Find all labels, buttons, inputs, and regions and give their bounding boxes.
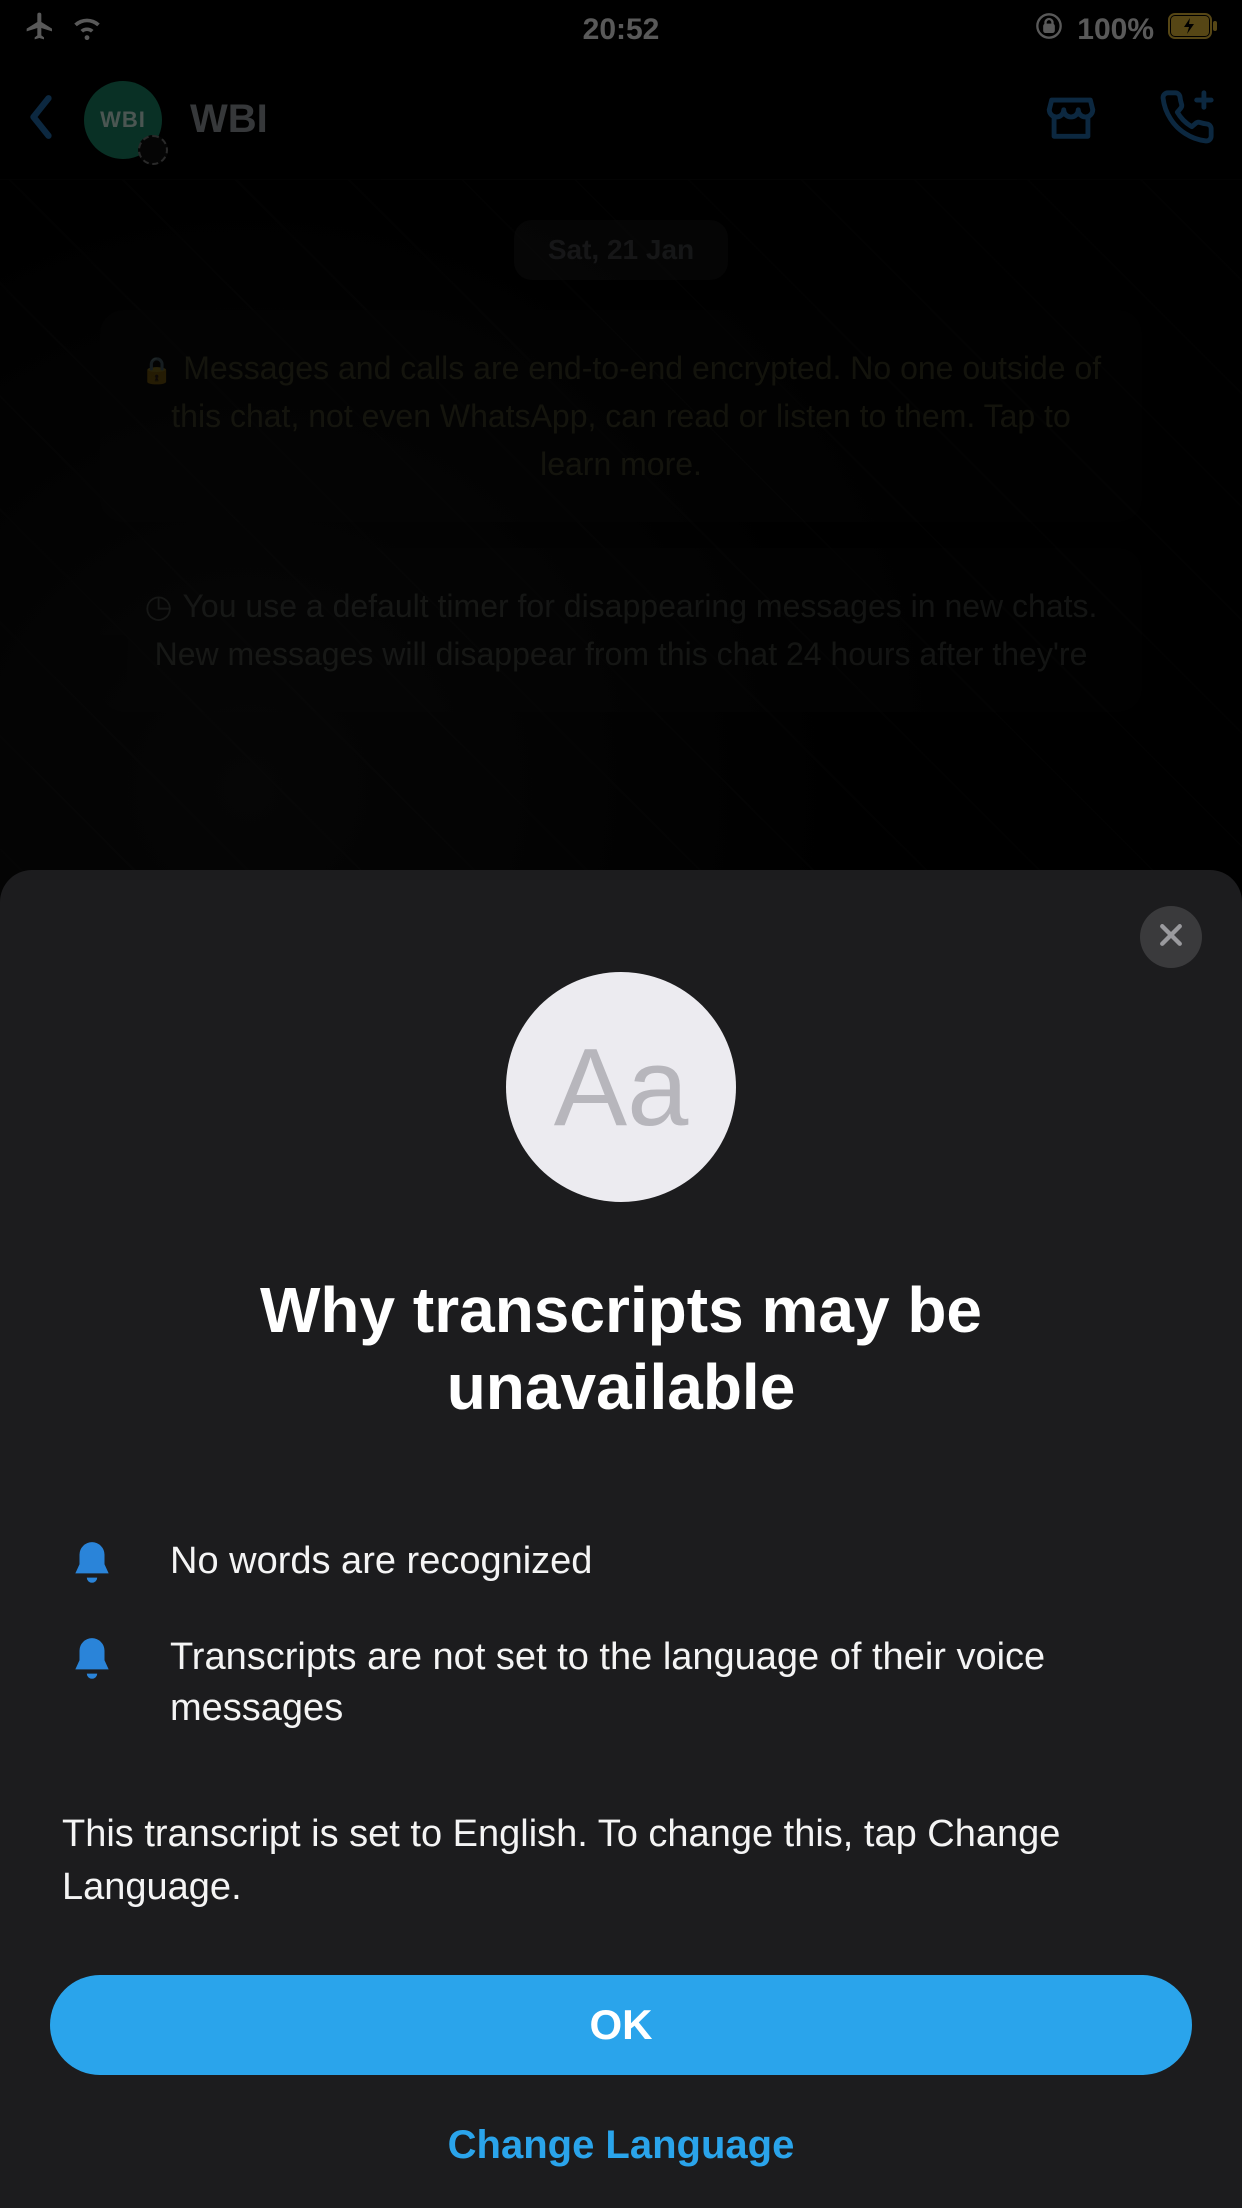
wifi-icon — [70, 9, 104, 51]
reason-item: Transcripts are not set to the language … — [50, 1632, 1192, 1735]
battery-percentage: 100% — [1077, 13, 1154, 47]
transcript-unavailable-sheet: Aa Why transcripts may be unavailable No… — [0, 870, 1242, 2208]
reason-item: No words are recognized — [50, 1536, 1192, 1588]
reason-text: No words are recognized — [170, 1536, 592, 1587]
contact-name[interactable]: WBI — [190, 97, 268, 142]
sheet-title: Why transcripts may be unavailable — [80, 1272, 1162, 1426]
battery-charging-icon — [1168, 13, 1218, 47]
bell-icon — [62, 1536, 122, 1588]
change-language-label: Change Language — [448, 2123, 795, 2167]
change-language-button[interactable]: Change Language — [50, 2123, 1192, 2168]
encryption-notice[interactable]: 🔒Messages and calls are end-to-end encry… — [100, 310, 1142, 522]
language-hint: This transcript is set to English. To ch… — [50, 1778, 1192, 1914]
new-call-icon[interactable] — [1158, 88, 1216, 151]
lock-icon: 🔒 — [141, 355, 173, 385]
orientation-lock-icon — [1035, 12, 1063, 48]
disappearing-notice-text: You use a default timer for disappearing… — [155, 588, 1098, 672]
close-icon — [1156, 920, 1186, 955]
ok-button-label: OK — [590, 2001, 653, 2049]
aa-graphic: Aa — [506, 972, 736, 1202]
chat-header: WBI WBI — [0, 60, 1242, 180]
disappearing-timer-badge-icon — [138, 135, 168, 165]
status-time: 20:52 — [583, 13, 660, 47]
date-separator: Sat, 21 Jan — [514, 220, 728, 280]
close-button[interactable] — [1140, 906, 1202, 968]
storefront-icon[interactable] — [1042, 88, 1100, 151]
status-bar: 20:52 100% — [0, 0, 1242, 60]
disappearing-notice[interactable]: ◷You use a default timer for disappearin… — [100, 548, 1142, 712]
aa-glyph: Aa — [554, 1024, 689, 1151]
encryption-notice-text: Messages and calls are end-to-end encryp… — [171, 350, 1101, 482]
reason-text: Transcripts are not set to the language … — [170, 1632, 1180, 1735]
airplane-mode-icon — [24, 10, 56, 50]
avatar-text: WBI — [100, 107, 146, 133]
bell-icon — [62, 1632, 122, 1684]
timer-icon: ◷ — [145, 588, 173, 624]
contact-avatar[interactable]: WBI — [84, 81, 162, 159]
ok-button[interactable]: OK — [50, 1975, 1192, 2075]
chat-body: Sat, 21 Jan 🔒Messages and calls are end-… — [0, 180, 1242, 2208]
back-button[interactable] — [26, 93, 56, 146]
